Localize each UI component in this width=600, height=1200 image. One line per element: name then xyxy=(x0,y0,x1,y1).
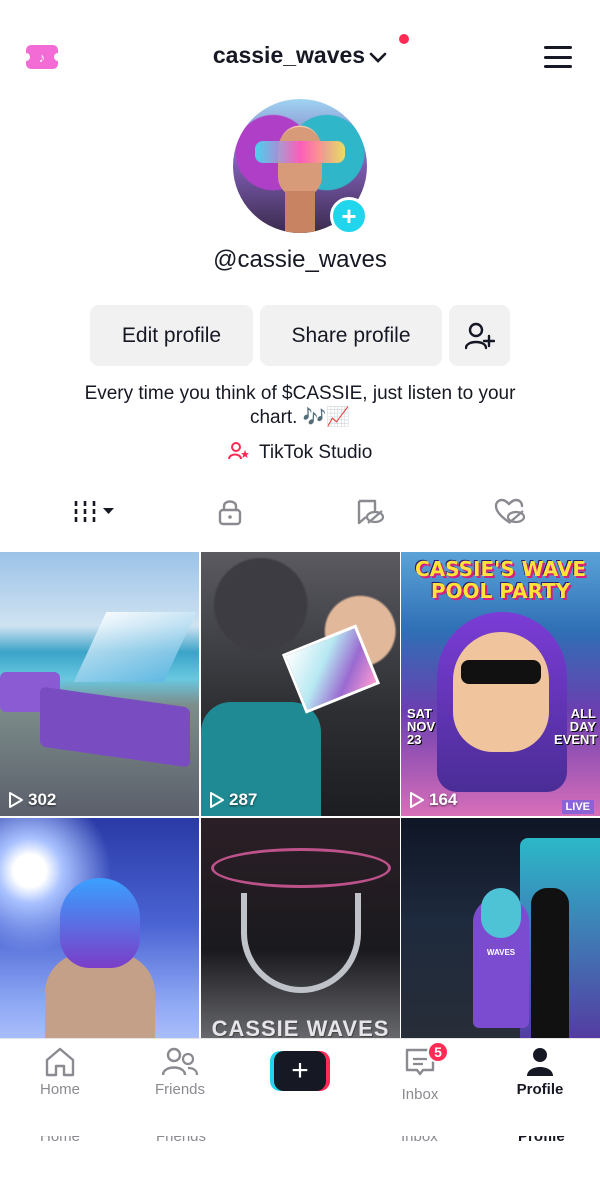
add-friend-button[interactable] xyxy=(449,305,510,366)
nav-friends[interactable]: Friends xyxy=(120,1047,240,1111)
live-badge: LIVE xyxy=(561,800,594,814)
studio-label: TikTok Studio xyxy=(258,442,373,463)
username-label: cassie_waves xyxy=(212,42,366,68)
inbox-badge: 5 xyxy=(427,1041,449,1063)
bottom-nav: Home Friends + Inbox 5 Profile xyxy=(0,1038,600,1200)
tab-private[interactable] xyxy=(210,490,250,534)
tiktok-studio-link[interactable]: TikTok Studio xyxy=(0,442,600,464)
home-icon xyxy=(45,1047,75,1077)
tab-videos[interactable] xyxy=(70,490,120,534)
edit-profile-button[interactable]: Edit profile xyxy=(90,305,253,366)
tab-liked[interactable] xyxy=(490,490,530,534)
share-profile-button[interactable]: Share profile xyxy=(260,305,442,366)
content-tabs xyxy=(0,490,600,534)
notification-dot xyxy=(399,34,409,44)
chevron-down-icon xyxy=(369,43,387,70)
profile-bio: Every time you think of $CASSIE, just li… xyxy=(84,383,516,428)
view-count: 164 xyxy=(409,790,457,810)
play-icon xyxy=(410,792,424,808)
nav-inbox[interactable]: Inbox 5 xyxy=(360,1041,480,1111)
add-avatar-button[interactable]: + xyxy=(330,197,368,235)
grid-icon xyxy=(74,501,114,523)
poster-date: SAT NOV 23 xyxy=(407,706,436,747)
play-icon xyxy=(210,792,224,808)
add-friend-icon xyxy=(464,322,495,349)
nav-home[interactable]: Home xyxy=(0,1047,120,1111)
username-switcher[interactable]: cassie_waves xyxy=(0,42,600,70)
video-thumbnail[interactable]: CASSIE'S WAVE POOL PARTY SAT NOV 23 ALL … xyxy=(401,552,600,816)
lock-icon xyxy=(218,500,242,526)
nav-reflection: Home Friends Inbox Profile xyxy=(40,1136,565,1145)
bookmark-hidden-icon xyxy=(357,499,385,525)
heart-hidden-icon xyxy=(494,498,526,524)
friends-icon xyxy=(162,1047,198,1076)
profile-header: ♪ cassie_waves xyxy=(0,0,600,110)
hamburger-menu-icon[interactable] xyxy=(544,46,572,68)
thumbnail-overlay-text: CASSIE WAVES xyxy=(211,1016,390,1041)
poster-event: ALL DAY EVENT xyxy=(554,706,598,747)
play-icon xyxy=(9,792,23,808)
jacket-text: WAVES xyxy=(486,948,516,957)
video-thumbnail[interactable]: 302 xyxy=(0,552,199,816)
tab-favorites[interactable] xyxy=(350,490,390,534)
create-button[interactable]: + xyxy=(270,1051,330,1091)
poster-title: CASSIE'S WAVE POOL PARTY xyxy=(414,557,587,603)
profile-handle: @cassie_waves xyxy=(213,246,387,273)
view-count: 302 xyxy=(8,790,56,810)
plus-icon: + xyxy=(341,201,357,231)
nav-profile[interactable]: Profile xyxy=(480,1047,600,1111)
profile-icon xyxy=(527,1048,553,1076)
plus-icon: + xyxy=(274,1051,326,1091)
view-count: 287 xyxy=(209,790,257,810)
studio-person-icon xyxy=(227,442,255,463)
video-thumbnail[interactable]: 287 xyxy=(201,552,400,816)
